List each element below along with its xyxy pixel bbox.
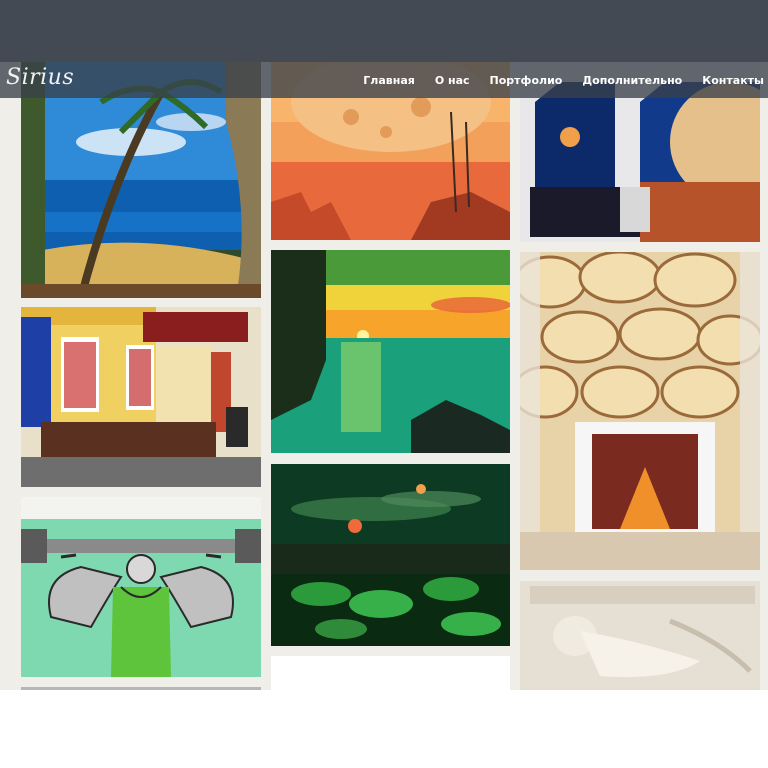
site-logo[interactable]: Sirius <box>6 65 74 90</box>
gallery-item-fireplace[interactable] <box>520 252 760 570</box>
nav-additional[interactable]: Дополнительно <box>582 74 682 87</box>
nav-home[interactable]: Главная <box>363 74 415 87</box>
nav-portfolio[interactable]: Портфолио <box>490 74 563 87</box>
main-menu: Главная О нас Портфолио Дополнительно Ко… <box>343 62 764 98</box>
gallery-item-athlete-mural[interactable] <box>21 497 261 677</box>
gallery-item-blank[interactable] <box>271 656 510 690</box>
portfolio-gallery <box>0 62 768 690</box>
nav-contacts[interactable]: Контакты <box>702 74 764 87</box>
gallery-item-night-moon[interactable] <box>271 464 510 646</box>
gallery-item-relief[interactable] <box>520 581 760 690</box>
nav-about[interactable]: О нас <box>435 74 470 87</box>
gallery-item-cafe-facade[interactable] <box>21 307 261 487</box>
top-dark-band <box>0 0 768 62</box>
navbar: Sirius Главная О нас Портфолио Дополните… <box>0 62 768 98</box>
gallery-item-lake-sunset[interactable] <box>271 250 510 453</box>
gallery-item-partial[interactable] <box>21 687 261 690</box>
